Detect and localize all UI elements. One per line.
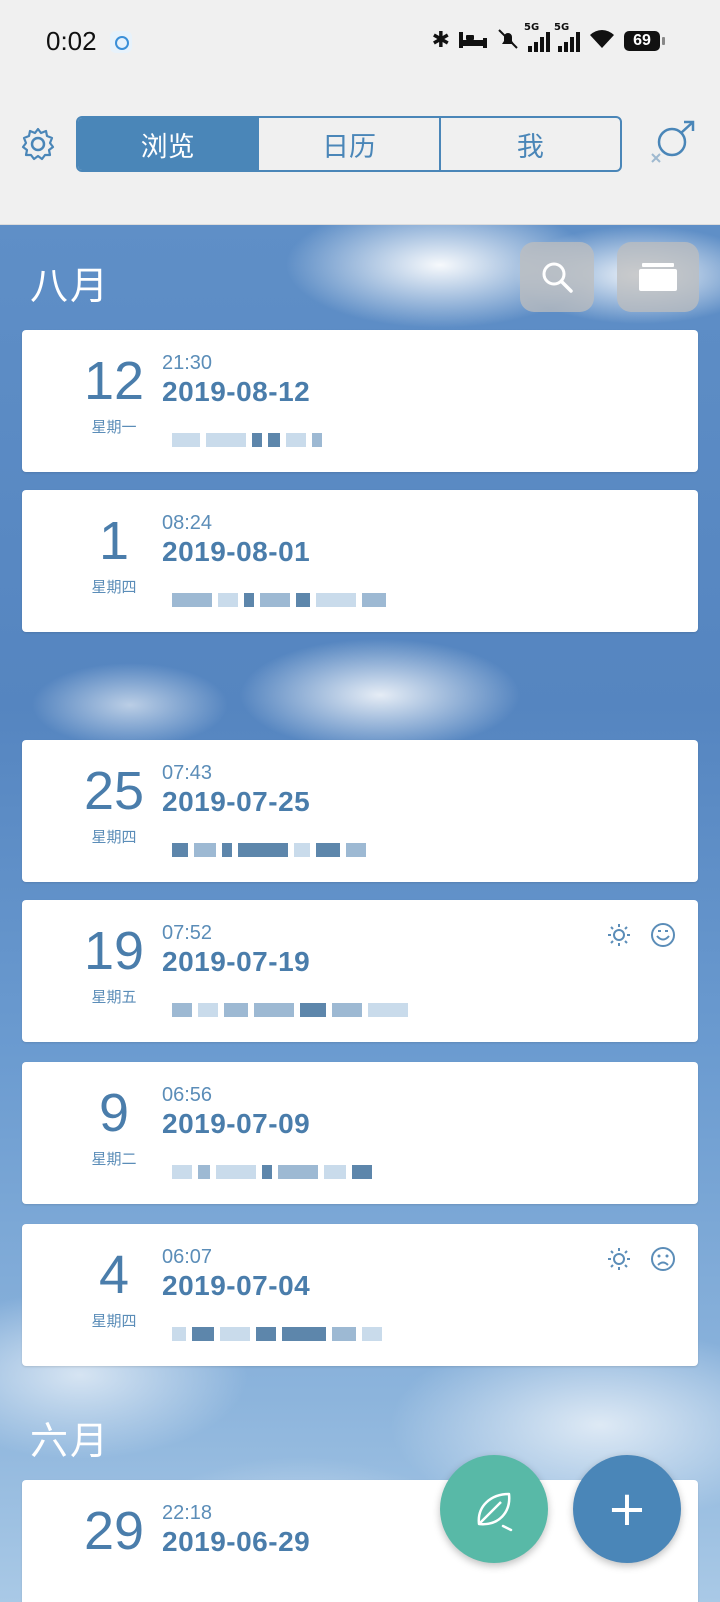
status-time: 0:02 bbox=[46, 26, 97, 56]
sad-face-icon bbox=[650, 1246, 676, 1272]
entry-weekday: 星期四 bbox=[91, 1312, 137, 1330]
entry-preview-redacted bbox=[172, 840, 366, 860]
entry-date: 2019-07-04 bbox=[162, 1270, 311, 1301]
entry-status-icons bbox=[606, 922, 676, 948]
entry-date: 2019-06-29 bbox=[162, 1526, 311, 1557]
entry-preview-redacted bbox=[172, 1324, 382, 1344]
sun-icon bbox=[606, 1246, 632, 1272]
entry-date: 2019-08-12 bbox=[162, 376, 311, 407]
add-entry-button[interactable]: + bbox=[573, 1455, 681, 1563]
folder-icon bbox=[639, 263, 677, 291]
leaf-icon bbox=[477, 1492, 513, 1532]
diary-entry-card[interactable]: 12 星期一 21:30 2019-08-12 bbox=[22, 330, 698, 472]
diary-entry-card[interactable]: 19 星期五 07:52 2019-07-19 bbox=[22, 900, 698, 1042]
month-heading: 八月 bbox=[30, 264, 111, 308]
entry-time: 07:43 bbox=[162, 762, 213, 784]
entry-time: 21:30 bbox=[162, 352, 213, 374]
signal-5g-icon: 5G bbox=[524, 22, 550, 52]
entry-date: 2019-07-25 bbox=[162, 786, 311, 817]
search-icon bbox=[542, 262, 573, 293]
entry-preview-redacted bbox=[172, 430, 322, 450]
entry-weekday: 星期四 bbox=[91, 828, 137, 846]
entry-date: 2019-07-09 bbox=[162, 1108, 311, 1139]
diary-entry-card[interactable]: 1 星期四 08:24 2019-08-01 bbox=[22, 490, 698, 632]
gear-icon[interactable] bbox=[20, 126, 56, 162]
view-tabs: 浏览 日历 我 bbox=[76, 116, 622, 172]
gender-icon[interactable] bbox=[642, 120, 698, 170]
entry-weekday: 星期四 bbox=[91, 578, 137, 596]
status-icons: ✱ 5G 5G 69 bbox=[431, 22, 665, 56]
diary-entry-card[interactable]: 25 星期四 07:43 2019-07-25 bbox=[22, 740, 698, 882]
app-header: 浏览 日历 我 bbox=[0, 90, 720, 225]
entry-time: 08:24 bbox=[162, 512, 213, 534]
entry-time: 06:07 bbox=[162, 1246, 213, 1268]
entry-weekday: 星期一 bbox=[91, 418, 137, 436]
notification-app-icon bbox=[110, 31, 132, 53]
diary-entry-card[interactable]: 9 星期二 06:56 2019-07-09 bbox=[22, 1062, 698, 1204]
entry-status-icons bbox=[606, 1246, 676, 1272]
month-heading: 六月 bbox=[30, 1419, 111, 1463]
happy-face-icon bbox=[650, 922, 676, 948]
entry-preview-redacted bbox=[172, 1000, 408, 1020]
entry-time: 07:52 bbox=[162, 922, 213, 944]
leaf-button[interactable] bbox=[440, 1455, 548, 1563]
entry-time: 22:18 bbox=[162, 1502, 213, 1524]
entry-time: 06:56 bbox=[162, 1084, 213, 1106]
entry-date: 2019-07-19 bbox=[162, 946, 311, 977]
bed-icon bbox=[458, 28, 488, 54]
mute-icon bbox=[496, 27, 520, 55]
bluetooth-icon: ✱ bbox=[431, 28, 450, 53]
entry-preview-redacted bbox=[172, 590, 386, 610]
archive-button[interactable] bbox=[617, 242, 699, 312]
wifi-icon bbox=[588, 28, 616, 54]
status-bar: 0:02 ✱ 5G 5G 69 bbox=[0, 0, 720, 90]
diary-entry-card[interactable]: 4 星期四 06:07 2019-07-04 bbox=[22, 1224, 698, 1366]
battery-icon: 69 bbox=[624, 31, 665, 51]
entry-preview-redacted bbox=[172, 1162, 372, 1182]
sun-icon bbox=[606, 922, 632, 948]
entry-weekday: 星期二 bbox=[91, 1150, 137, 1168]
entry-weekday: 星期五 bbox=[91, 988, 137, 1006]
signal-5g-icon: 5G bbox=[554, 22, 580, 52]
tab-me[interactable]: 我 bbox=[441, 118, 620, 170]
diary-list[interactable]: 八月 12 星期一 21:30 2019-08-12 1 星期四 08:24 2… bbox=[0, 225, 720, 1602]
tab-calendar[interactable]: 日历 bbox=[259, 118, 441, 170]
tab-browse[interactable]: 浏览 bbox=[78, 118, 260, 170]
entry-date: 2019-08-01 bbox=[162, 536, 311, 567]
search-button[interactable] bbox=[520, 242, 594, 312]
